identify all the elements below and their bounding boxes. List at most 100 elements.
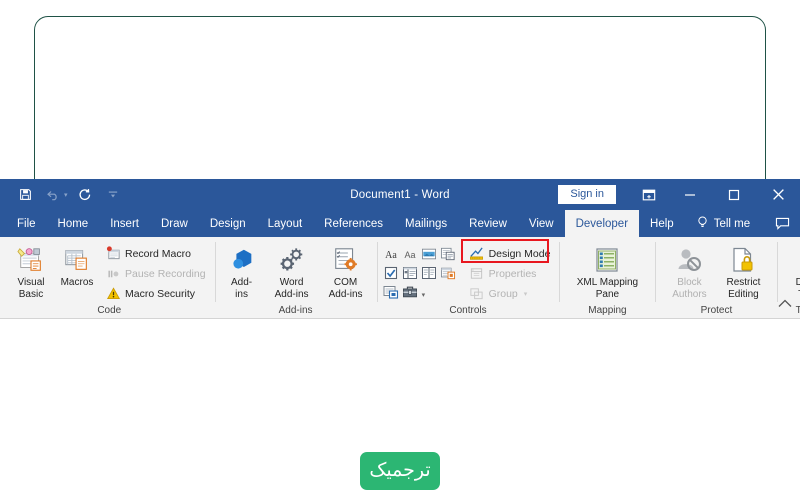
mapping-group-body: XML Mapping Pane xyxy=(569,240,645,302)
title-bar: ▾ Document1 - Word Sign in xyxy=(0,179,800,210)
aa-rich-text-icon[interactable]: Aa xyxy=(382,245,400,263)
word-application-window: ▾ Document1 - Word Sign in File Home Ins… xyxy=(0,179,800,319)
tab-developer[interactable]: Developer xyxy=(564,210,640,237)
word-add-ins-icon xyxy=(278,244,306,276)
group-label-protect: Protect xyxy=(700,305,733,316)
group-label-mapping: Mapping xyxy=(588,305,627,316)
block-authors-label-line1: Block xyxy=(677,277,702,288)
tab-help[interactable]: Help xyxy=(639,210,685,237)
word-add-ins-label-line1: Word xyxy=(279,277,304,288)
com-add-ins-label-line1: COM xyxy=(333,277,358,288)
comment-icon[interactable] xyxy=(775,217,790,230)
properties-button: Properties xyxy=(465,264,555,283)
visual-basic-label-line1: Visual xyxy=(17,277,45,288)
tab-insert[interactable]: Insert xyxy=(99,210,150,237)
add-ins-label-line2: ins xyxy=(235,289,248,300)
macros-button[interactable]: Macros xyxy=(55,240,99,288)
ribbon-tab-strip: File Home Insert Draw Design Layout Refe… xyxy=(0,210,800,237)
group-label-add-ins: Add-ins xyxy=(278,305,313,316)
group-label-controls: Controls xyxy=(449,305,487,316)
ribbon-group-protect: Block Authors Restrict Editing Protect xyxy=(655,237,777,319)
tab-layout[interactable]: Layout xyxy=(257,210,314,237)
tab-home[interactable]: Home xyxy=(47,210,100,237)
document-template-label-line1: Document xyxy=(795,277,800,288)
design-mode-icon xyxy=(469,246,485,262)
code-small-buttons: Record Macro Pause Recording Macro Secur… xyxy=(101,240,210,303)
record-macro-label: Record Macro xyxy=(125,247,191,260)
tab-references[interactable]: References xyxy=(313,210,394,237)
restrict-editing-icon xyxy=(729,244,757,276)
com-add-ins-icon xyxy=(332,244,360,276)
repeating-section-icon[interactable] xyxy=(382,283,400,301)
tab-design[interactable]: Design xyxy=(199,210,257,237)
visual-basic-icon xyxy=(17,244,45,276)
tell-me-search[interactable]: Tell me xyxy=(685,210,760,237)
visual-basic-button[interactable]: Visual Basic xyxy=(9,240,53,300)
picture-content-icon[interactable] xyxy=(420,245,438,263)
tab-view[interactable]: View xyxy=(518,210,565,237)
design-mode-label: Design Mode xyxy=(488,247,551,260)
restrict-editing-label-line1: Restrict xyxy=(726,277,761,288)
add-ins-button[interactable]: Add- ins xyxy=(220,240,264,300)
quick-access-toolbar: ▾ xyxy=(0,183,126,207)
tab-mailings[interactable]: Mailings xyxy=(394,210,458,237)
redo-icon[interactable] xyxy=(72,183,98,207)
combo-box-icon[interactable] xyxy=(401,264,419,282)
group-label-code: Code xyxy=(97,305,122,316)
design-mode-button[interactable]: Design Mode xyxy=(465,244,555,263)
design-mode-wrapper: Design Mode xyxy=(460,239,555,263)
save-icon[interactable] xyxy=(12,183,38,207)
word-add-ins-button[interactable]: Word Add-ins xyxy=(266,240,318,300)
macros-label: Macros xyxy=(60,277,94,288)
customize-quick-access-icon[interactable] xyxy=(100,183,126,207)
legacy-tools-icon[interactable] xyxy=(401,283,419,301)
legacy-tools-dropdown-caret-icon[interactable]: ▾ xyxy=(420,283,438,301)
restrict-editing-button[interactable]: Restrict Editing xyxy=(717,240,769,300)
group-button: Group ▾ xyxy=(465,284,555,303)
minimize-icon[interactable] xyxy=(668,179,712,210)
xml-mapping-pane-button[interactable]: XML Mapping Pane xyxy=(569,240,645,300)
code-group-body: Visual Basic Macros Record Macro Pause R… xyxy=(9,240,210,302)
ribbon-group-add-ins: Add- ins Word Add-ins COM Add-ins Add-in… xyxy=(214,237,377,319)
properties-label: Properties xyxy=(488,267,537,280)
tab-file[interactable]: File xyxy=(6,210,47,237)
tab-strip-right xyxy=(775,210,800,237)
maximize-icon[interactable] xyxy=(712,179,756,210)
com-add-ins-label-line2: Add-ins xyxy=(328,289,363,300)
drop-down-list-icon[interactable] xyxy=(420,264,438,282)
com-add-ins-button[interactable]: COM Add-ins xyxy=(320,240,372,300)
content-controls-grid: Aa Aa ▾ xyxy=(382,240,457,301)
pause-recording-button: Pause Recording xyxy=(101,264,210,283)
ribbon-display-options-icon[interactable] xyxy=(630,179,668,210)
aa-plain-text-icon[interactable]: Aa xyxy=(401,245,419,263)
record-macro-button[interactable]: Record Macro xyxy=(101,244,210,263)
add-ins-label-line1: Add- xyxy=(231,277,253,288)
check-box-icon[interactable] xyxy=(382,264,400,282)
watermark-logo: ترجمیک xyxy=(360,452,440,490)
sign-in-button[interactable]: Sign in xyxy=(558,184,616,205)
title-bar-right: Sign in xyxy=(558,179,800,210)
protect-group-body: Block Authors Restrict Editing xyxy=(663,240,769,302)
group-label: Group xyxy=(488,287,518,300)
date-picker-icon[interactable] xyxy=(439,264,457,282)
restrict-editing-label-line2: Editing xyxy=(728,289,759,300)
tab-draw[interactable]: Draw xyxy=(150,210,199,237)
svg-text:Aa: Aa xyxy=(404,250,415,260)
macro-security-button[interactable]: Macro Security xyxy=(101,284,210,303)
tab-review[interactable]: Review xyxy=(458,210,518,237)
controls-group-body: Aa Aa ▾ Design Mode Properties Group ▾ xyxy=(382,239,555,303)
group-icon xyxy=(469,286,485,302)
macros-icon xyxy=(63,244,91,276)
undo-dropdown-caret-icon[interactable]: ▾ xyxy=(64,191,68,199)
ribbon-group-code: Visual Basic Macros Record Macro Pause R… xyxy=(4,237,215,319)
undo-icon[interactable] xyxy=(40,183,66,207)
close-icon[interactable] xyxy=(756,179,800,210)
document-template-button[interactable]: W Document Template xyxy=(787,240,800,300)
ribbon: Visual Basic Macros Record Macro Pause R… xyxy=(0,237,800,319)
building-block-gallery-icon[interactable] xyxy=(439,245,457,263)
pause-recording-icon xyxy=(105,266,121,282)
record-macro-icon xyxy=(105,246,121,262)
macro-security-icon xyxy=(105,286,121,302)
collapse-ribbon-chevron-up-icon[interactable] xyxy=(778,295,792,313)
block-authors-icon xyxy=(675,244,703,276)
